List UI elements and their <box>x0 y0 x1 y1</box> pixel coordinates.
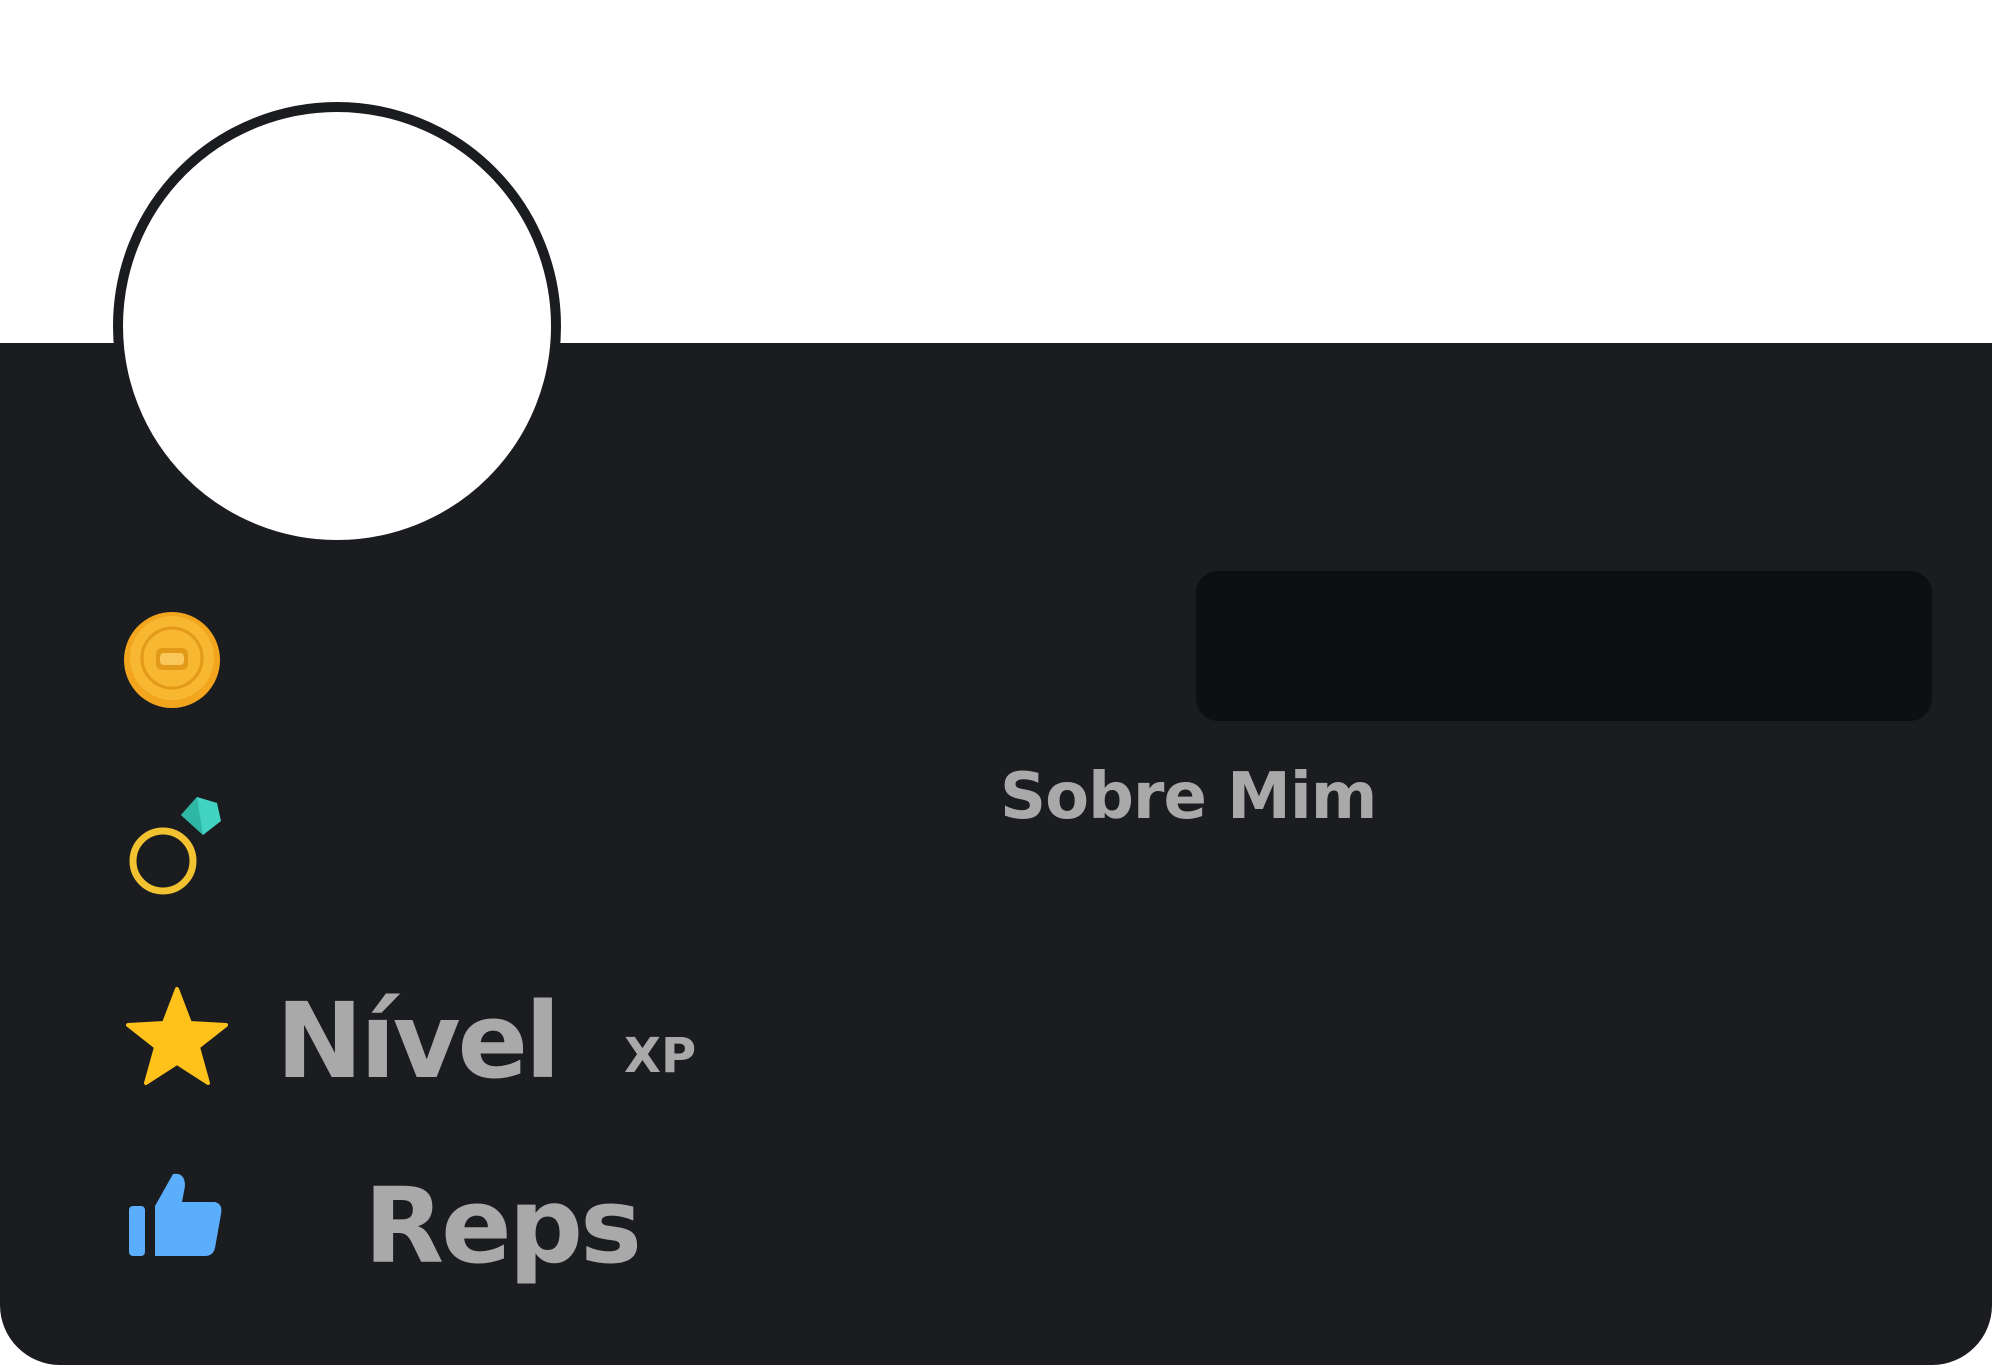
level-label: Nível <box>276 980 561 1102</box>
about-me-box <box>1196 571 1932 721</box>
coin-icon <box>124 612 220 708</box>
xp-label: XP <box>624 1028 697 1084</box>
profile-card-stage: Sobre Mim Nível XP Reps <box>0 0 1992 1365</box>
about-me-title: Sobre Mim <box>1000 760 1377 834</box>
thumbs-up-icon <box>129 1173 222 1256</box>
reps-label: Reps <box>364 1165 642 1287</box>
avatar <box>113 102 561 550</box>
diamond-ring-icon <box>129 797 221 895</box>
star-icon <box>126 987 228 1085</box>
